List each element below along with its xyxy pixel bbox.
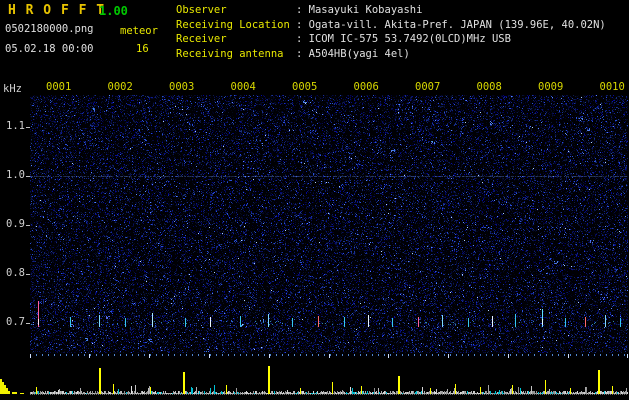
station-row-value: : Masayuki Kobayashi	[296, 4, 423, 16]
hrofft-output-screen: H R O F F T 1.00 0502180000.png meteor 0…	[0, 0, 629, 400]
time-tick-label: 0009	[538, 81, 564, 93]
time-tick-label: 0003	[169, 81, 195, 93]
time-tick-label: 0008	[476, 81, 502, 93]
freq-tick-label: 0.7	[6, 316, 25, 328]
meteor-count: 16	[136, 43, 149, 55]
time-tick-label: 0001	[46, 81, 72, 93]
app-version: 1.00	[99, 4, 128, 18]
station-row: Receiving Location : Ogata-vill. Akita-Pr…	[176, 18, 606, 33]
freq-tick-label: 0.8	[6, 267, 25, 279]
station-row-label: Receiver	[176, 33, 227, 45]
freq-tick-label: 1.0	[6, 169, 25, 181]
freq-unit-label: kHz	[3, 83, 22, 95]
freq-tick-label: 1.1	[6, 120, 25, 132]
time-tick-label: 0007	[415, 81, 441, 93]
signal-level-strip-canvas	[0, 358, 629, 400]
app-title: H R O F F T	[8, 3, 106, 18]
time-tick-label: 0005	[292, 81, 318, 93]
station-row-value: : ICOM IC-575 53.7492(0LCD)MHz USB	[296, 33, 511, 45]
station-row-label: Receiving antenna	[176, 47, 284, 60]
output-filename: 0502180000.png	[5, 23, 94, 35]
station-row-value: : Ogata-vill. Akita-Pref. JAPAN (139.96E…	[296, 18, 606, 31]
station-row: Observer : Masayuki Kobayashi	[176, 3, 606, 18]
observation-datetime: 05.02.18 00:00	[5, 43, 94, 55]
station-row-value: : A504HB(yagi 4el)	[296, 47, 410, 60]
station-row: Receiving antenna : A504HB(yagi 4el)	[176, 47, 606, 62]
time-tick-label: 0010	[599, 81, 625, 93]
time-tick-label: 0004	[230, 81, 256, 93]
station-row-label: Receiving Location	[176, 18, 290, 31]
freq-tick-label: 0.9	[6, 218, 25, 230]
station-row: Receiver : ICOM IC-575 53.7492(0LCD)MHz U…	[176, 32, 606, 47]
spectrogram-canvas	[30, 95, 628, 358]
time-tick-label: 0006	[353, 81, 379, 93]
meteor-label: meteor	[120, 25, 158, 37]
station-info: Observer : Masayuki Kobayashi Receiving Lo…	[176, 3, 606, 61]
station-row-label: Observer	[176, 4, 227, 16]
time-tick-label: 0002	[107, 81, 133, 93]
